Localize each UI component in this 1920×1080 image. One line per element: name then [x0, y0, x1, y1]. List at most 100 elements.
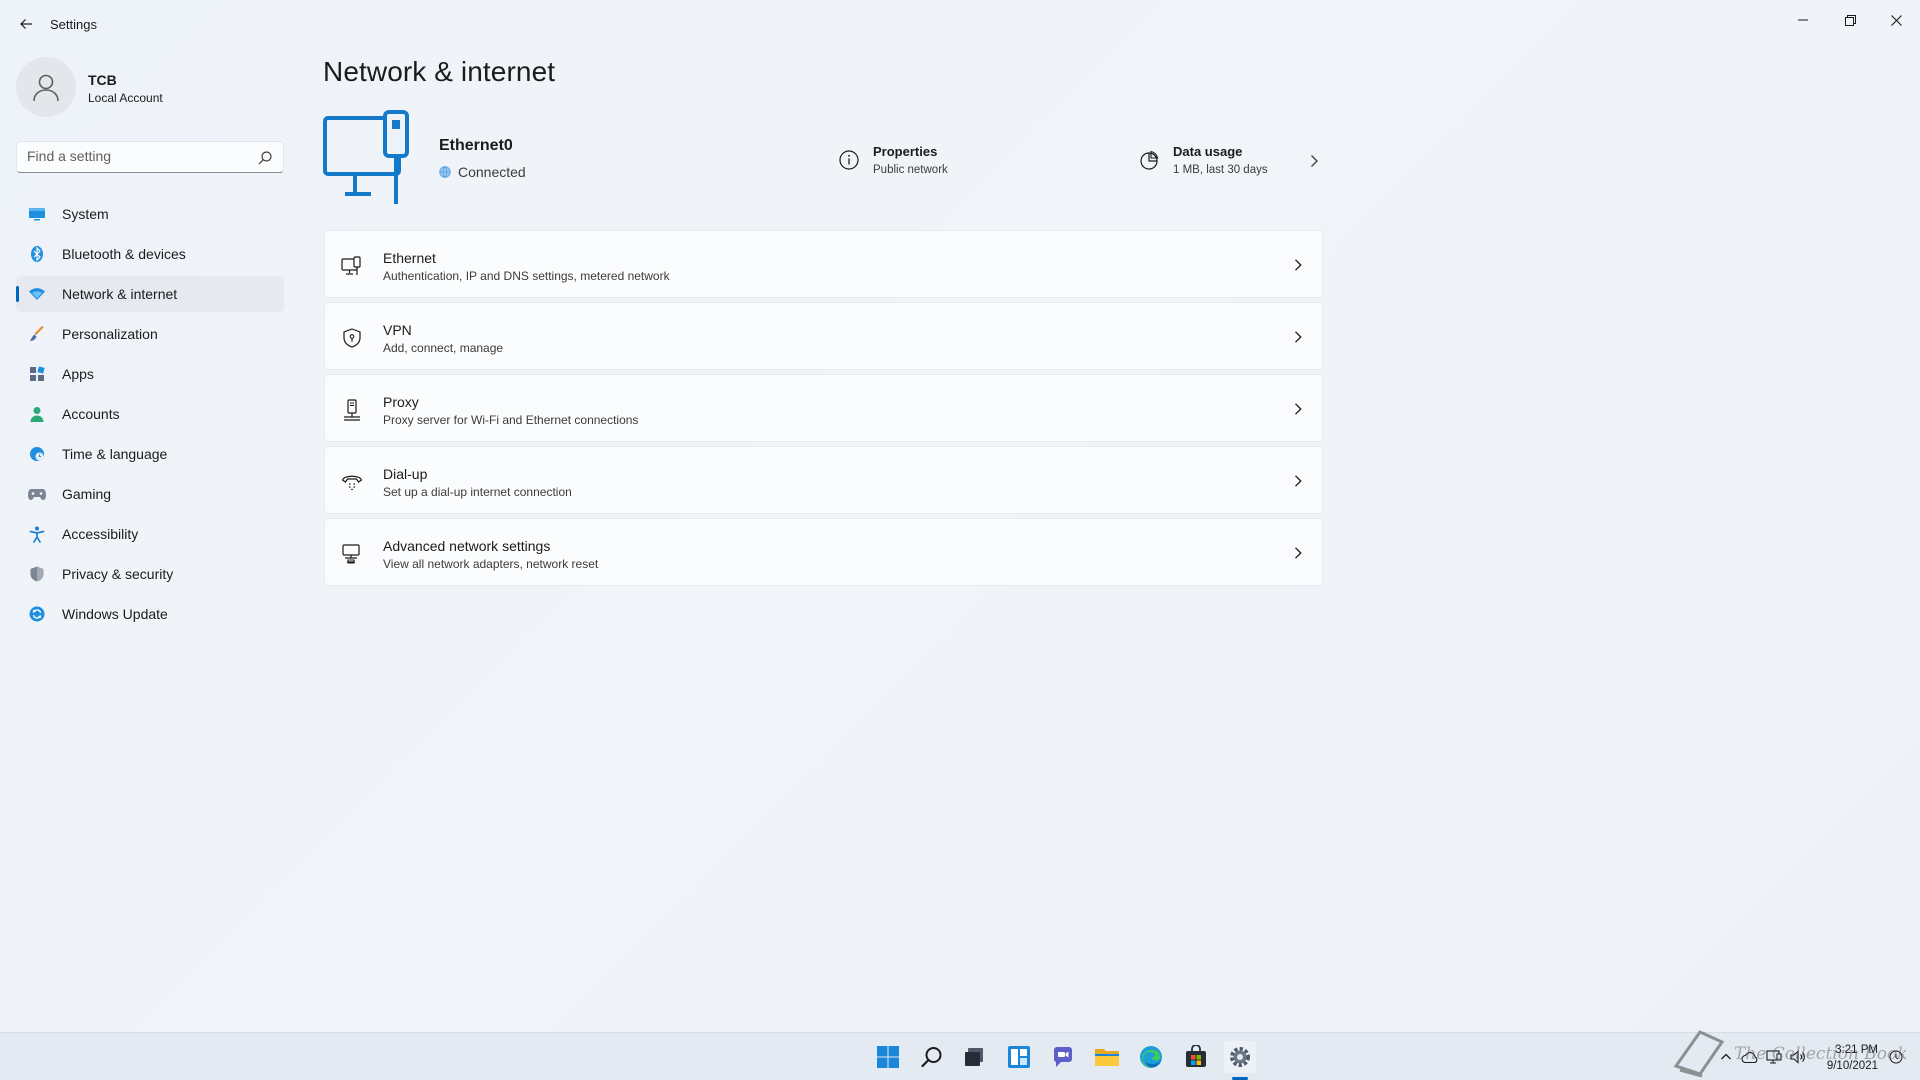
start-button[interactable]	[872, 1041, 904, 1073]
page-title: Network & internet	[323, 56, 556, 87]
proxy-card[interactable]: Proxy Proxy server for Wi-Fi and Etherne…	[324, 374, 1323, 442]
clock-time: 3:21 PM	[1835, 1044, 1878, 1056]
store-icon	[1186, 1045, 1206, 1067]
widgets-button[interactable]	[1003, 1041, 1035, 1073]
advanced-network-icon	[341, 543, 363, 565]
edge-button[interactable]	[1135, 1041, 1167, 1073]
card-subtitle: Authentication, IP and DNS settings, met…	[383, 269, 670, 283]
profile-name: TCB	[88, 72, 117, 88]
wifi-icon	[28, 285, 46, 303]
sidebar-item-label: System	[62, 206, 109, 222]
data-usage-icon	[1140, 150, 1159, 170]
sidebar-item-apps[interactable]: Apps	[16, 356, 284, 392]
data-usage-title: Data usage	[1173, 144, 1243, 159]
ethernet-card[interactable]: Ethernet Authentication, IP and DNS sett…	[324, 230, 1323, 298]
restore-button[interactable]	[1827, 4, 1873, 36]
sidebar-item-accessibility[interactable]: Accessibility	[16, 516, 284, 552]
settings-cards: Ethernet Authentication, IP and DNS sett…	[324, 230, 1323, 590]
connection-summary: Ethernet0 Connected Properties Public ne…	[323, 110, 1323, 210]
ethernet-pc-icon	[323, 110, 409, 204]
chevron-right-icon	[1295, 403, 1302, 415]
search-icon[interactable]	[257, 150, 273, 166]
sidebar-item-label: Personalization	[62, 326, 158, 342]
sidebar-item-accounts[interactable]: Accounts	[16, 396, 284, 432]
close-icon	[1890, 14, 1902, 26]
back-button[interactable]	[14, 12, 38, 36]
properties-title: Properties	[873, 144, 938, 159]
card-subtitle: Add, connect, manage	[383, 341, 504, 355]
card-subtitle: View all network adapters, network reset	[383, 557, 599, 571]
sidebar-item-network[interactable]: Network & internet	[16, 276, 284, 312]
volume-icon	[1790, 1050, 1805, 1064]
ethernet-icon	[341, 255, 363, 277]
sidebar-item-windows-update[interactable]: Windows Update	[16, 596, 284, 632]
chevron-right-icon	[1295, 259, 1302, 271]
apps-icon	[28, 365, 46, 383]
minimize-button[interactable]	[1780, 4, 1826, 36]
restore-icon	[1844, 14, 1856, 26]
task-view-button[interactable]	[958, 1041, 990, 1073]
onedrive-tray-button[interactable]	[1740, 1047, 1760, 1067]
properties-subtitle: Public network	[873, 164, 948, 176]
card-title: Proxy	[383, 394, 419, 410]
taskbar-search-button[interactable]	[916, 1041, 948, 1073]
user-profile[interactable]: TCB Local Account	[16, 57, 286, 119]
file-explorer-icon	[1095, 1049, 1119, 1066]
card-title: Advanced network settings	[383, 538, 551, 554]
properties-link[interactable]: Properties Public network	[839, 142, 1039, 182]
search-input[interactable]	[27, 148, 247, 164]
sidebar-item-time-language[interactable]: Time & language	[16, 436, 284, 472]
sidebar-item-personalization[interactable]: Personalization	[16, 316, 284, 352]
sidebar-item-system[interactable]: System	[16, 196, 284, 232]
edge-icon	[1140, 1046, 1162, 1068]
tray-overflow-button[interactable]	[1716, 1047, 1736, 1067]
vpn-shield-icon	[341, 327, 363, 349]
sidebar-item-label: Apps	[62, 366, 94, 382]
taskbar-clock[interactable]: 3:21 PM 9/10/2021	[1818, 1042, 1878, 1074]
avatar	[16, 57, 76, 117]
card-title: Ethernet	[383, 250, 436, 266]
sidebar-item-label: Gaming	[62, 486, 112, 502]
settings-taskbar-button[interactable]	[1224, 1041, 1256, 1073]
sidebar-item-label: Windows Update	[62, 606, 168, 622]
vpn-card[interactable]: VPN Add, connect, manage	[324, 302, 1323, 370]
dialup-card[interactable]: Dial-up Set up a dial-up internet connec…	[324, 446, 1323, 514]
file-explorer-button[interactable]	[1091, 1041, 1123, 1073]
advanced-network-card[interactable]: Advanced network settings View all netwo…	[324, 518, 1323, 586]
title-bar: Settings	[0, 0, 1920, 48]
card-subtitle: Proxy server for Wi-Fi and Ethernet conn…	[383, 413, 639, 427]
search-icon	[921, 1047, 942, 1068]
data-usage-subtitle: 1 MB, last 30 days	[1173, 164, 1268, 176]
network-tray-button[interactable]	[1764, 1047, 1784, 1067]
taskbar: 3:21 PM 9/10/2021	[0, 1032, 1920, 1080]
store-button[interactable]	[1180, 1041, 1212, 1073]
connection-name: Ethernet0	[439, 137, 513, 154]
chevron-right-icon	[1295, 475, 1302, 487]
info-icon	[839, 150, 859, 170]
card-title: VPN	[383, 322, 412, 338]
cloud-icon	[1741, 1052, 1758, 1064]
close-button[interactable]	[1873, 4, 1919, 36]
notifications-button[interactable]	[1886, 1047, 1906, 1067]
data-usage-link[interactable]: Data usage 1 MB, last 30 days	[1139, 142, 1319, 182]
chevron-right-icon	[1311, 155, 1318, 167]
person-avatar-icon	[33, 74, 59, 102]
proxy-icon	[341, 399, 363, 421]
sidebar-item-label: Accessibility	[62, 526, 139, 542]
shield-icon	[28, 565, 46, 583]
dialup-icon	[341, 471, 363, 493]
network-monitor-icon	[1766, 1050, 1782, 1064]
connection-status: Connected	[439, 164, 526, 180]
sidebar-item-gaming[interactable]: Gaming	[16, 476, 284, 512]
chat-button[interactable]	[1047, 1041, 1079, 1073]
sidebar-item-privacy[interactable]: Privacy & security	[16, 556, 284, 592]
search-box[interactable]	[16, 141, 284, 173]
gamepad-icon	[28, 485, 46, 503]
sidebar-item-bluetooth[interactable]: Bluetooth & devices	[16, 236, 284, 272]
sidebar-item-label: Privacy & security	[62, 566, 174, 582]
card-title: Dial-up	[383, 466, 428, 482]
chevron-right-icon	[1295, 547, 1302, 559]
volume-tray-button[interactable]	[1788, 1047, 1808, 1067]
settings-icon	[1230, 1047, 1250, 1067]
profile-account-type: Local Account	[88, 91, 163, 105]
